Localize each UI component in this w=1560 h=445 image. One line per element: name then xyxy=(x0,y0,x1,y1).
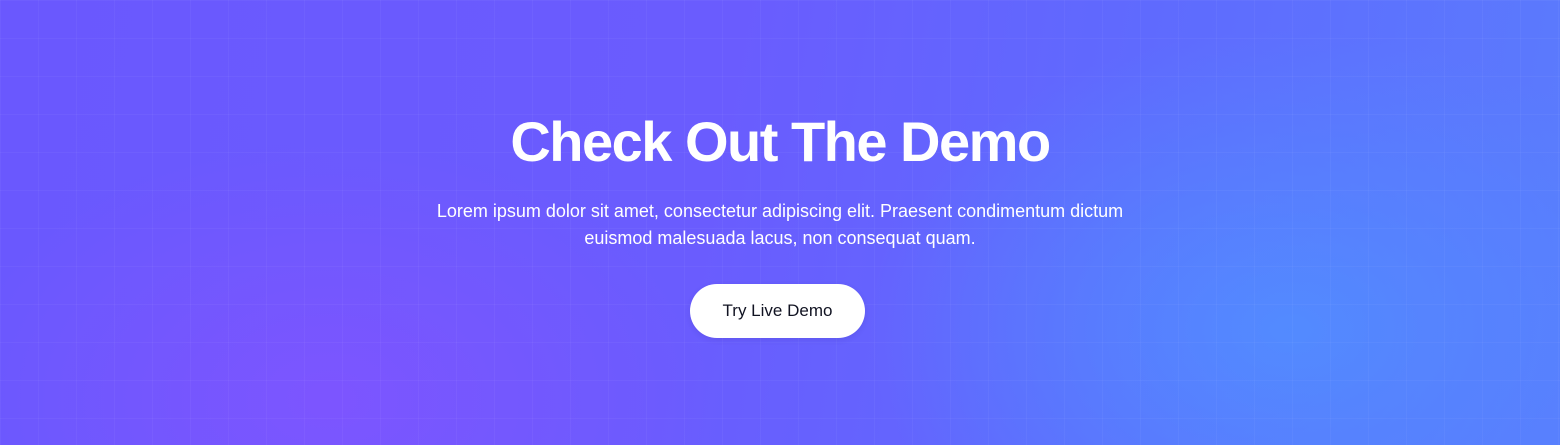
hero-title: Check Out The Demo xyxy=(510,110,1051,173)
demo-hero-section: Check Out The Demo Lorem ipsum dolor sit… xyxy=(0,0,1560,445)
hero-description: Lorem ipsum dolor sit amet, consectetur … xyxy=(436,201,1124,248)
try-live-demo-button[interactable]: Try Live Demo xyxy=(690,284,865,338)
